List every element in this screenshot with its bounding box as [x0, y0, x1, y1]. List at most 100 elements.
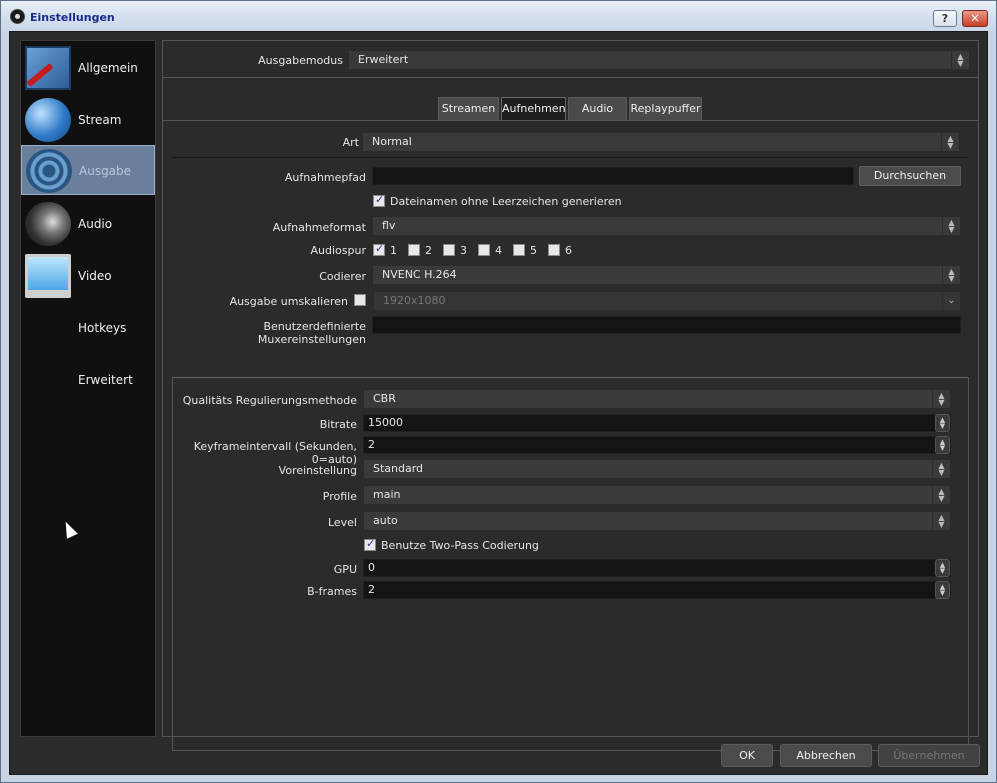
recording-type-select[interactable]: Normal ▲ ▼	[362, 132, 960, 152]
keyframe-interval-value: 2	[368, 438, 375, 451]
encoder-value: NVENC H.264	[382, 268, 457, 281]
bframes-value: 2	[368, 583, 375, 596]
muxer-settings-label: Benutzerdefinierte Muxereinstellungen	[257, 320, 366, 346]
sidebar-item-label: Audio	[78, 217, 113, 231]
audio-track-5-checkbox[interactable]	[513, 244, 525, 256]
sidebar-item-video[interactable]: Video	[21, 251, 155, 301]
level-select[interactable]: auto ▲ ▼	[363, 511, 951, 531]
type-label: Art	[342, 136, 359, 149]
profile-value: main	[373, 488, 401, 501]
cancel-button[interactable]: Abbrechen	[780, 744, 872, 767]
bframes-input[interactable]: 2 ▲ ▼	[363, 581, 951, 599]
recording-path-label: Aufnahmepfad	[284, 171, 366, 184]
two-pass-checkbox[interactable]	[364, 537, 376, 551]
obs-app-icon	[10, 9, 25, 24]
updown-arrows-icon: ▲ ▼	[932, 486, 950, 504]
spinner-arrows-icon[interactable]: ▲ ▼	[935, 581, 950, 599]
gears-icon	[25, 358, 71, 402]
encoder-select[interactable]: NVENC H.264 ▲ ▼	[372, 265, 961, 285]
tab-streamen[interactable]: Streamen	[438, 97, 499, 120]
bitrate-label: Bitrate	[319, 418, 357, 431]
level-value: auto	[373, 514, 398, 527]
preset-select[interactable]: Standard ▲ ▼	[363, 459, 951, 479]
audio-track-5-label: 5	[530, 244, 537, 257]
rate-control-value: CBR	[373, 392, 396, 405]
dialog-body: Allgemein Stream Ausgabe Audio Video Hot…	[9, 31, 988, 775]
updown-arrows-icon: ▲ ▼	[951, 51, 969, 69]
sidebar-item-label: Ausgabe	[79, 164, 132, 178]
broadcast-icon	[26, 149, 72, 193]
profile-label: Profile	[322, 490, 357, 503]
recording-path-input[interactable]	[372, 167, 854, 185]
audio-track-3-checkbox[interactable]	[443, 244, 455, 256]
title-bar[interactable]: Einstellungen ? ✕	[1, 1, 996, 31]
recording-format-label: Aufnahmeformat	[272, 221, 366, 234]
sidebar-item-ausgabe[interactable]: Ausgabe	[21, 145, 155, 195]
keyframe-interval-input[interactable]: 2 ▲ ▼	[363, 436, 951, 454]
sidebar-item-label: Video	[78, 269, 112, 283]
rescale-resolution-select[interactable]: 1920x1080 ⌄	[373, 291, 961, 311]
keyboard-icon	[25, 306, 71, 350]
updown-arrows-icon: ▲ ▼	[932, 460, 950, 478]
rescale-label: Ausgabe umskalieren	[229, 295, 348, 308]
audio-track-label: Audiospur	[310, 244, 366, 257]
recording-format-select[interactable]: flv ▲ ▼	[372, 216, 961, 236]
browse-button[interactable]: Durchsuchen	[859, 166, 961, 186]
encoder-settings-group: Qualitäts Regulierungsmethode CBR ▲ ▼ Bit…	[172, 377, 969, 751]
recording-format-value: flv	[382, 219, 396, 232]
sidebar-item-erweitert[interactable]: Erweitert	[21, 355, 155, 405]
tab-audio[interactable]: Audio	[568, 97, 627, 120]
bitrate-input[interactable]: 15000 ▲ ▼	[363, 414, 951, 432]
help-button[interactable]: ?	[933, 10, 957, 27]
recording-tab-panel: Art Normal ▲▼ Aufnahmepfad Durchsuchen D…	[163, 120, 978, 751]
sidebar-item-allgemein[interactable]: Allgemein	[21, 43, 155, 93]
updown-arrows-icon: ▲ ▼	[942, 266, 960, 284]
close-button[interactable]: ✕	[962, 10, 988, 27]
rescale-resolution-value: 1920x1080	[383, 294, 446, 307]
no-spaces-checkbox[interactable]	[373, 193, 385, 207]
updown-arrows-icon: ▲ ▼	[941, 133, 959, 151]
keyframe-interval-label: Keyframeintervall (Sekunden, 0=auto)	[193, 440, 357, 466]
sidebar-item-label: Allgemein	[78, 61, 138, 75]
tab-aufnehmen[interactable]: Aufnehmen	[501, 97, 566, 120]
spinner-arrows-icon[interactable]: ▲ ▼	[935, 559, 950, 577]
gpu-input[interactable]: 0 ▲ ▼	[363, 559, 951, 577]
output-mode-select[interactable]: Erweitert ▲ ▼	[348, 50, 970, 70]
spinner-arrows-icon[interactable]: ▲ ▼	[935, 436, 950, 454]
bitrate-value: 15000	[368, 416, 403, 429]
audio-track-2-checkbox[interactable]	[408, 244, 420, 256]
monitor-icon	[25, 254, 71, 298]
sidebar-item-stream[interactable]: Stream	[21, 95, 155, 145]
audio-track-6-checkbox[interactable]	[548, 244, 560, 256]
sidebar-item-label: Hotkeys	[78, 321, 127, 335]
two-pass-label: Benutze Two-Pass Codierung	[381, 539, 539, 552]
rate-control-select[interactable]: CBR ▲ ▼	[363, 389, 951, 409]
spinner-arrows-icon[interactable]: ▲ ▼	[935, 414, 950, 432]
bframes-label: B-frames	[307, 585, 357, 598]
preset-value: Standard	[373, 462, 424, 475]
chevron-down-icon: ⌄	[942, 292, 960, 310]
updown-arrows-icon: ▲ ▼	[932, 512, 950, 530]
audio-track-2-label: 2	[425, 244, 432, 257]
sidebar-item-hotkeys[interactable]: Hotkeys	[21, 303, 155, 353]
audio-track-4-label: 4	[495, 244, 502, 257]
tab-replaypuffer[interactable]: Replaypuffer	[629, 97, 702, 120]
level-label: Level	[327, 516, 357, 529]
rescale-checkbox[interactable]	[354, 294, 366, 306]
gpu-label: GPU	[333, 563, 357, 576]
apply-button[interactable]: Übernehmen	[878, 744, 980, 767]
audio-track-4-checkbox[interactable]	[478, 244, 490, 256]
profile-select[interactable]: main ▲ ▼	[363, 485, 951, 505]
window-title: Einstellungen	[30, 11, 115, 24]
speaker-icon	[25, 202, 71, 246]
muxer-settings-input[interactable]	[372, 316, 961, 334]
settings-sidebar: Allgemein Stream Ausgabe Audio Video Hot…	[20, 40, 156, 737]
ok-button[interactable]: OK	[721, 744, 773, 767]
audio-track-1-label: 1	[390, 244, 397, 257]
encoder-label: Codierer	[319, 270, 366, 283]
audio-track-1-checkbox[interactable]	[373, 242, 385, 256]
settings-window: Einstellungen ? ✕ Allgemein Stream Ausga…	[0, 0, 997, 783]
separator	[172, 157, 968, 158]
sidebar-item-audio[interactable]: Audio	[21, 199, 155, 249]
no-spaces-label: Dateinamen ohne Leerzeichen generieren	[390, 195, 622, 208]
